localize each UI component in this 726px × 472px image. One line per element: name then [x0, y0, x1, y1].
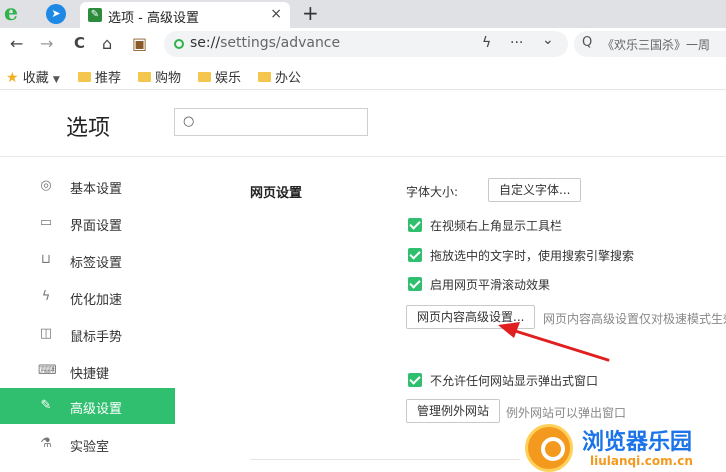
exceptions-hint: 例外网站可以弹出窗口 — [506, 406, 627, 420]
secure-icon — [174, 39, 184, 49]
settings-header: 选项 ○ — [0, 90, 726, 156]
watermark-url: liulanqi.com.cn — [590, 454, 693, 468]
active-tab[interactable]: ✎ 选项 - 高级设置 × — [80, 2, 290, 28]
watermark-title: 浏览器乐园 — [582, 429, 693, 455]
tab-icon: ⊔ — [40, 252, 52, 267]
watermark-logo-icon — [525, 424, 573, 472]
flask-icon: ⚗ — [40, 436, 52, 451]
home-button[interactable]: ⌂ — [102, 34, 112, 53]
wrench-icon: ✎ — [40, 398, 52, 413]
bookmark-folder-office[interactable]: 办公 — [258, 67, 301, 86]
custom-font-button[interactable]: 自定义字体... — [488, 178, 582, 202]
settings-search[interactable]: ○ — [174, 108, 368, 136]
sidebar-item-tabs[interactable]: ⊔ 标签设置 — [0, 242, 175, 278]
checkbox-checked[interactable] — [408, 277, 422, 291]
sidebar-item-label: 实验室 — [70, 440, 110, 455]
settings-tab-icon: ✎ — [88, 8, 102, 22]
lightning-icon: ϟ — [41, 289, 51, 304]
checkbox-checked[interactable] — [408, 248, 422, 262]
advanced-settings-hint: 网页内容高级设置仅对极速模式生效 — [543, 312, 726, 326]
search-suggestion-text[interactable]: 《欢乐三国杀》一周 — [602, 36, 710, 53]
folder-icon — [198, 72, 211, 82]
settings-icon: ◎ — [40, 178, 52, 193]
address-url[interactable]: se://settings/advance — [190, 35, 340, 51]
sidebar-item-optimize[interactable]: ϟ 优化加速 — [0, 279, 175, 315]
navigation-compass-icon[interactable]: ➤ — [46, 4, 66, 24]
sidebar-item-label: 标签设置 — [70, 256, 123, 271]
sidebar-item-advanced[interactable]: ✎ 高级设置 — [0, 388, 175, 424]
more-icon[interactable]: ··· — [510, 35, 523, 51]
sidebar-item-label: 高级设置 — [70, 402, 123, 417]
advanced-content-settings-button[interactable]: 网页内容高级设置... — [406, 305, 536, 329]
sidebar-item-label: 界面设置 — [70, 219, 123, 234]
bookmark-folder-shopping[interactable]: 购物 — [138, 67, 181, 86]
sidebar-item-interface[interactable]: ▭ 界面设置 — [0, 205, 175, 241]
star-icon: ★ — [6, 70, 19, 86]
tab-close-icon[interactable]: × — [270, 6, 282, 22]
search-icon: Q — [582, 35, 593, 50]
browser-toolbar: ← → C ⌂ ▣ se://settings/advance ϟ ··· ⌄ … — [0, 28, 726, 60]
window-icon: ▭ — [39, 215, 53, 230]
address-bar[interactable]: se://settings/advance ϟ ··· ⌄ — [164, 31, 568, 57]
sidebar-item-label: 鼠标手势 — [70, 330, 123, 345]
sidebar-item-label: 优化加速 — [70, 293, 123, 308]
tab-strip: e ➤ ✎ 选项 - 高级设置 × + — [0, 0, 726, 28]
lightning-icon[interactable]: ϟ — [482, 35, 491, 51]
bookmark-folder-recommend[interactable]: 推荐 — [78, 67, 121, 86]
tab-title: 选项 - 高级设置 — [108, 11, 199, 26]
bookmark-folder-entertainment[interactable]: 娱乐 — [198, 67, 241, 86]
keyboard-icon: ⌨ — [38, 363, 57, 378]
browser-logo-icon[interactable]: e — [4, 2, 26, 25]
section-divider — [250, 459, 520, 460]
chevron-down-icon[interactable]: ⌄ — [542, 32, 554, 48]
settings-search-input[interactable] — [201, 112, 361, 132]
sidebar-item-shortcuts[interactable]: ⌨ 快捷键 — [0, 353, 175, 389]
arrow-shaft — [510, 328, 610, 362]
sidebar-item-basic[interactable]: ◎ 基本设置 — [0, 168, 175, 204]
forward-button[interactable]: → — [40, 34, 53, 53]
new-tab-button[interactable]: + — [302, 1, 319, 25]
folder-icon — [78, 72, 91, 82]
header-divider — [0, 156, 726, 157]
back-button[interactable]: ← — [10, 34, 23, 53]
caret-down-icon: ▼ — [52, 75, 60, 85]
search-icon: ○ — [183, 114, 195, 129]
bookmark-favorites[interactable]: ★ 收藏 ▼ — [6, 67, 60, 86]
reload-button[interactable]: C — [74, 34, 85, 52]
font-size-label: 字体大小: — [406, 185, 459, 199]
bookmarks-bar: ★ 收藏 ▼ 推荐 购物 娱乐 办公 — [0, 60, 726, 90]
sidebar-item-label: 基本设置 — [70, 182, 123, 197]
sidebar-item-label: 快捷键 — [70, 367, 110, 382]
folder-icon — [138, 72, 151, 82]
folder-icon — [258, 72, 271, 82]
checkbox-checked[interactable] — [408, 373, 422, 387]
sidebar-item-mouse-gestures[interactable]: ◫ 鼠标手势 — [0, 316, 175, 352]
section-title-webpage: 网页设置 — [250, 186, 303, 201]
mouse-icon: ◫ — [39, 326, 53, 341]
settings-sidebar: ◎ 基本设置 ▭ 界面设置 ⊔ 标签设置 ϟ 优化加速 ◫ 鼠标手势 ⌨ 快捷键… — [0, 168, 175, 471]
app-store-icon[interactable]: ▣ — [132, 34, 147, 53]
sidebar-item-lab[interactable]: ⚗ 实验室 — [0, 426, 175, 462]
search-engine-box[interactable]: Q 《欢乐三国杀》一周 — [574, 31, 726, 57]
checkbox-checked[interactable] — [408, 218, 422, 232]
manage-exceptions-button[interactable]: 管理例外网站 — [406, 399, 501, 423]
page-title: 选项 — [66, 116, 111, 141]
